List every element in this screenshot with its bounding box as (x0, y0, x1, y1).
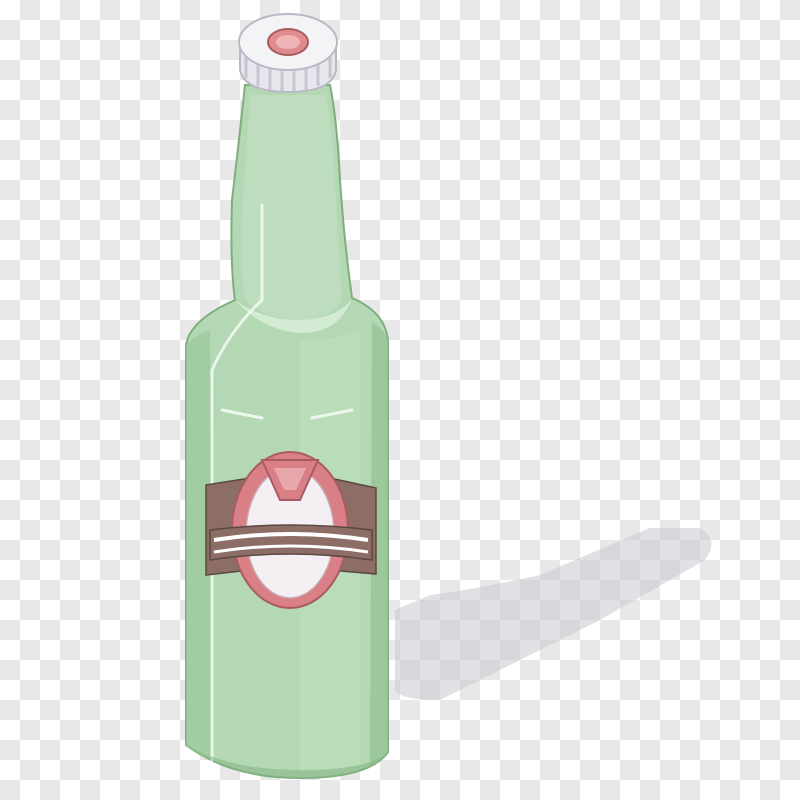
bottle-shadow (395, 528, 712, 700)
bottle-cap (238, 13, 338, 94)
transparent-background (0, 0, 800, 800)
bottle-illustration (185, 13, 712, 780)
bottle-body (185, 84, 389, 780)
